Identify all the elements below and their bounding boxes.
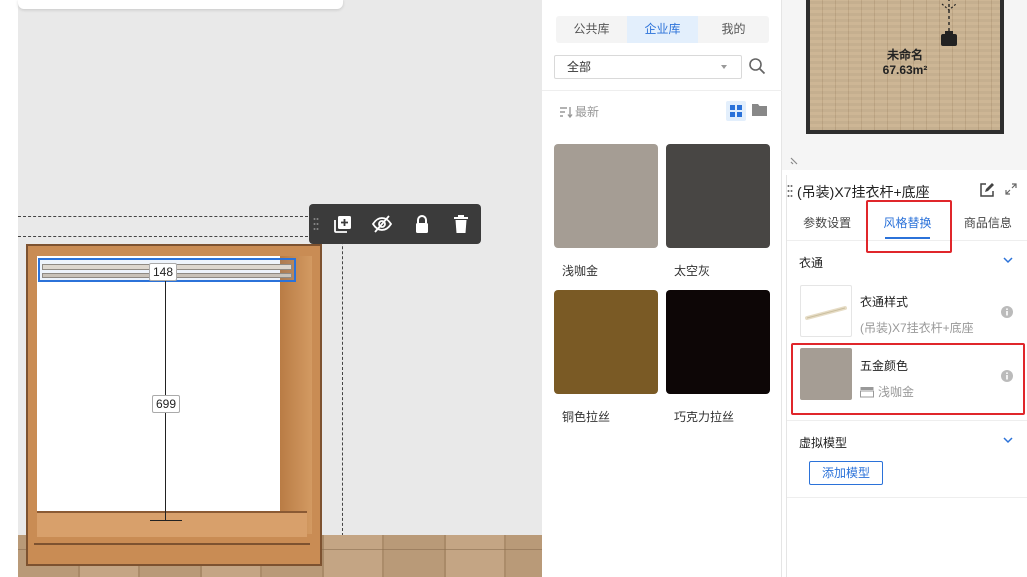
properties-tabs: 参数设置 风格替换 商品信息 [787, 211, 1027, 241]
swatch-label: 浅咖金 [562, 264, 599, 278]
swatch-tile[interactable] [666, 144, 770, 248]
hardware-color-swatch[interactable] [800, 348, 852, 400]
swatch-tile[interactable] [666, 290, 770, 394]
material-library-panel: 公共库 企业库 我的 全部 最新 浅咖金 太空灰 铜色拉丝 巧克力拉丝 [542, 0, 782, 577]
library-divider [542, 90, 782, 91]
swatch-tile[interactable] [554, 144, 658, 248]
tab-public-library[interactable]: 公共库 [556, 16, 627, 43]
room-plan: 未命名 67.63m² [806, 0, 1004, 134]
bounding-line-right-outer [342, 216, 343, 536]
swatch-label: 巧克力拉丝 [674, 410, 735, 424]
grip-icon[interactable] [309, 204, 323, 244]
dimension-height-label: 699 [152, 395, 181, 413]
section-divider [787, 420, 1027, 421]
bounding-line-inner [18, 236, 308, 237]
library-tabs: 公共库 企业库 我的 [556, 16, 769, 43]
dimension-tick [150, 520, 182, 521]
tab-product-info[interactable]: 商品信息 [948, 211, 1027, 240]
caret-down-icon [721, 65, 727, 69]
hanging-rail-icon [805, 306, 847, 320]
wardrobe-side-panel [280, 256, 312, 534]
properties-panel: (吊装)X7挂衣杆+底座 参数设置 风格替换 商品信息 衣通 衣通样式 (吊装)… [786, 175, 1027, 577]
expand-icon[interactable] [1005, 183, 1017, 195]
rail-style-subtitle: (吊装)X7挂衣杆+底座 [860, 319, 974, 336]
folder-view-icon[interactable] [752, 103, 768, 119]
section-title-virtual: 虚拟模型 [799, 436, 848, 450]
chevron-down-icon[interactable] [1002, 254, 1014, 266]
swatch-label: 太空灰 [674, 264, 711, 278]
canvas-left-edge [0, 0, 18, 577]
section-title-rail: 衣通 [799, 256, 824, 270]
object-toolbar [309, 204, 481, 244]
hardware-color-title: 五金颜色 [860, 359, 909, 373]
swatch-tile[interactable] [554, 290, 658, 394]
swatch-label: 铜色拉丝 [562, 410, 611, 424]
resize-corner-icon[interactable] [790, 153, 802, 165]
rail-style-value: (吊装)X7挂衣杆+底座 [860, 321, 974, 335]
tab-my-library[interactable]: 我的 [698, 16, 769, 43]
trash-icon[interactable] [441, 204, 481, 244]
right-panel: 未命名 67.63m² (吊装)X7挂衣杆+底座 参数设置 风格替换 商品信息 … [782, 0, 1027, 577]
drag-handle-icon[interactable] [787, 184, 795, 198]
category-select[interactable]: 全部 [554, 55, 742, 79]
info-icon[interactable] [1001, 306, 1013, 318]
material-icon [860, 386, 874, 397]
wardrobe-bottom-shelf [37, 511, 307, 537]
tab-style-replace[interactable]: 风格替换 [867, 211, 947, 240]
panel-title: (吊装)X7挂衣杆+底座 [797, 184, 930, 200]
tab-enterprise-library[interactable]: 企业库 [627, 16, 698, 43]
wardrobe-plinth [34, 543, 310, 561]
hardware-color-value: 浅咖金 [878, 385, 915, 399]
top-overlay-card [18, 0, 343, 9]
bounding-line-top [18, 216, 308, 217]
room-name: 未命名 [886, 48, 923, 62]
copy-add-icon[interactable] [323, 204, 363, 244]
hardware-color-subtitle: 浅咖金 [860, 383, 914, 400]
floor-plan-minimap[interactable]: 未命名 67.63m² [782, 0, 1027, 170]
grid-view-icon[interactable] [726, 101, 746, 121]
dimension-width-label: 148 [149, 263, 178, 281]
sort-button[interactable]: 最新 [559, 103, 599, 120]
eye-off-icon[interactable] [362, 204, 402, 244]
rail-style-title: 衣通样式 [860, 295, 909, 309]
info-icon[interactable] [1001, 370, 1013, 382]
category-select-value: 全部 [567, 60, 592, 74]
rail-style-thumbnail[interactable] [800, 285, 852, 337]
camera-icon [941, 0, 957, 46]
wardrobe-interior [37, 256, 280, 511]
add-model-button[interactable]: 添加模型 [809, 461, 883, 485]
section-divider [787, 497, 1027, 498]
room-area: 67.63m² [882, 63, 928, 77]
edit-icon[interactable] [979, 182, 995, 198]
tab-parameters[interactable]: 参数设置 [787, 211, 867, 240]
design-canvas[interactable]: 148 699 [0, 0, 542, 577]
sort-icon [560, 106, 573, 118]
search-icon[interactable] [748, 57, 768, 77]
sort-label: 最新 [575, 105, 600, 119]
chevron-down-icon[interactable] [1002, 434, 1014, 446]
lock-icon[interactable] [402, 204, 442, 244]
